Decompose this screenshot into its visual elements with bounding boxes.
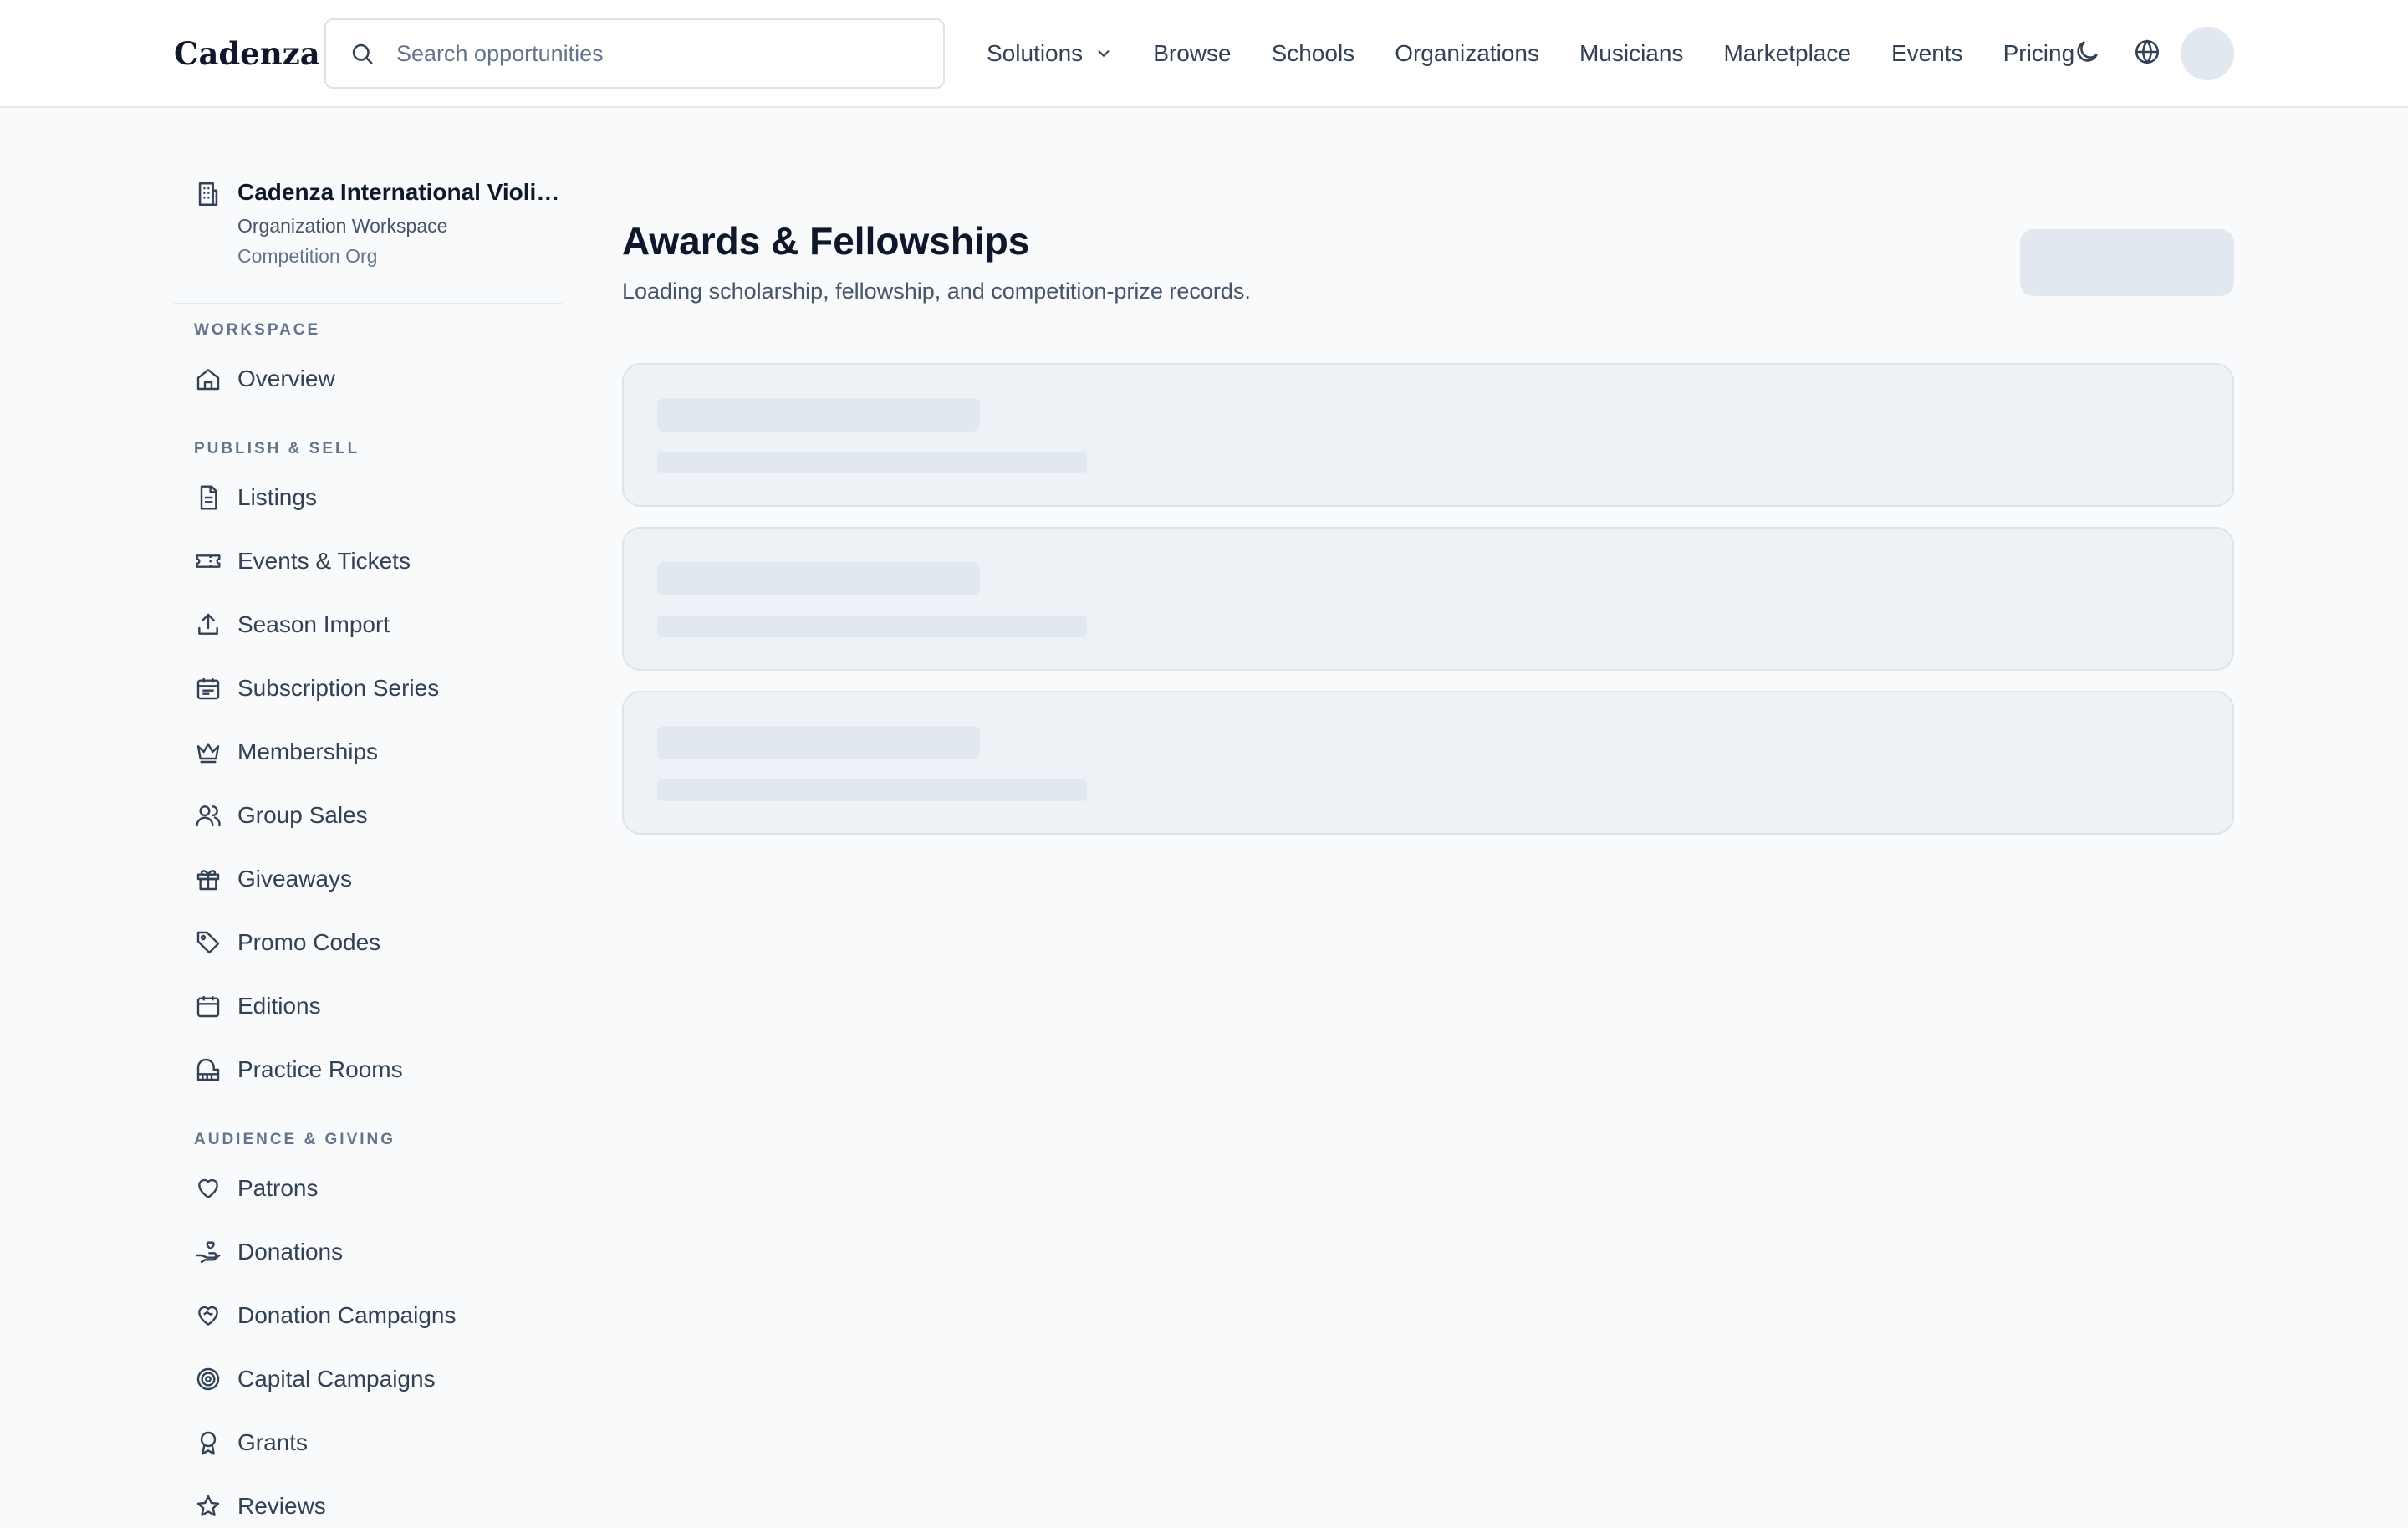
loading-card-skeleton [622, 691, 2234, 835]
sidebar-item-season-import[interactable]: Season Import [194, 603, 562, 646]
target-icon [194, 1365, 222, 1393]
star-icon [194, 1492, 222, 1520]
calendar-list-icon [194, 674, 222, 703]
org-workspace-label: Organization Workspace [237, 215, 448, 237]
action-button-skeleton [2020, 229, 2234, 296]
sidebar-item-label: Season Import [237, 611, 390, 637]
nav-organizations[interactable]: Organizations [1395, 40, 1539, 67]
nav-pricing[interactable]: Pricing [2003, 40, 2075, 67]
home-icon [194, 365, 222, 393]
sidebar-item-label: Group Sales [237, 802, 368, 828]
sidebar-item-label: Capital Campaigns [237, 1366, 436, 1392]
search-input[interactable] [396, 28, 915, 79]
nav-solutions-label: Solutions [987, 40, 1084, 66]
sidebar-item-label: Donations [237, 1239, 344, 1265]
sidebar-item-label: Grants [237, 1429, 309, 1455]
top-navigation-bar: Cadenza Solutions Browse Schools Organiz… [0, 0, 2408, 108]
nav-musicians[interactable]: Musicians [1579, 40, 1683, 67]
section-label-publish-sell: PUBLISH & SELL [194, 440, 360, 457]
main-nav: Solutions Browse Schools Organizations M… [987, 0, 2115, 107]
sidebar-item-label: Editions [237, 993, 321, 1019]
sidebar-item-giveaways[interactable]: Giveaways [194, 857, 562, 901]
skeleton-text-bar [657, 616, 1087, 637]
document-icon [194, 483, 222, 512]
loading-card-skeleton [622, 363, 2234, 507]
sidebar-item-overview[interactable]: Overview [194, 357, 562, 401]
upload-icon [194, 611, 222, 639]
section-label-workspace: WORKSPACE [194, 321, 321, 339]
sidebar-item-label: Giveaways [237, 866, 352, 892]
language-selector[interactable] [2129, 35, 2166, 72]
sidebar-item-label: Patrons [237, 1175, 319, 1201]
heart-icon [194, 1174, 222, 1203]
sidebar: Cadenza International Violin Competition… [174, 108, 564, 1519]
sidebar-item-donation-campaigns[interactable]: Donation Campaigns [194, 1294, 562, 1337]
sidebar-item-label: Events & Tickets [237, 548, 411, 574]
sidebar-divider [174, 303, 562, 304]
sidebar-item-editions[interactable]: Editions [194, 984, 562, 1028]
award-icon [194, 1428, 222, 1457]
dark-mode-toggle[interactable] [2069, 35, 2105, 72]
org-type-label: Competition Org [237, 245, 378, 267]
piano-icon [194, 1055, 222, 1084]
page-title: Awards & Fellowships [622, 219, 1030, 263]
sidebar-item-events-tickets[interactable]: Events & Tickets [194, 539, 562, 583]
sidebar-item-label: Practice Rooms [237, 1056, 403, 1082]
sidebar-item-promo-codes[interactable]: Promo Codes [194, 921, 562, 964]
sidebar-item-subscription-series[interactable]: Subscription Series [194, 667, 562, 710]
heart-handshake-icon [194, 1301, 222, 1330]
nav-schools[interactable]: Schools [1272, 40, 1355, 67]
sidebar-item-label: Donation Campaigns [237, 1302, 457, 1328]
nav-events[interactable]: Events [1891, 40, 1963, 67]
org-name: Cadenza International Violin Competition [237, 179, 564, 205]
user-avatar[interactable] [2181, 27, 2234, 80]
nav-marketplace[interactable]: Marketplace [1723, 40, 1851, 67]
sidebar-item-practice-rooms[interactable]: Practice Rooms [194, 1048, 562, 1091]
skeleton-title-bar [657, 726, 980, 759]
ticket-icon [194, 547, 222, 575]
skeleton-text-bar [657, 452, 1087, 473]
calendar-icon [194, 992, 222, 1020]
sidebar-item-label: Listings [237, 484, 317, 510]
loading-card-skeleton [622, 527, 2234, 671]
skeleton-title-bar [657, 398, 980, 432]
sidebar-item-donations[interactable]: Donations [194, 1230, 562, 1274]
sidebar-item-label: Promo Codes [237, 929, 381, 955]
nav-browse[interactable]: Browse [1153, 40, 1231, 67]
sidebar-item-label: Reviews [237, 1493, 326, 1519]
nav-solutions[interactable]: Solutions [987, 40, 1113, 67]
crown-icon [194, 738, 222, 766]
sidebar-item-reviews[interactable]: Reviews [194, 1485, 562, 1528]
search-box[interactable] [324, 18, 945, 89]
skeleton-text-bar [657, 779, 1087, 801]
sidebar-item-label: Memberships [237, 738, 379, 764]
skeleton-title-bar [657, 562, 980, 595]
sidebar-item-grants[interactable]: Grants [194, 1421, 562, 1464]
chevron-down-icon [1094, 44, 1113, 63]
tag-icon [194, 928, 222, 957]
section-label-audience-giving: AUDIENCE & GIVING [194, 1131, 396, 1148]
globe-icon [2133, 38, 2161, 70]
sidebar-item-patrons[interactable]: Patrons [194, 1167, 562, 1210]
sidebar-item-listings[interactable]: Listings [194, 476, 562, 519]
page-subtitle: Loading scholarship, fellowship, and com… [622, 279, 1251, 304]
hand-heart-icon [194, 1238, 222, 1266]
sidebar-item-memberships[interactable]: Memberships [194, 730, 562, 774]
sidebar-item-group-sales[interactable]: Group Sales [194, 794, 562, 837]
building-icon [194, 180, 222, 208]
gift-icon [194, 865, 222, 893]
sidebar-item-capital-campaigns[interactable]: Capital Campaigns [194, 1357, 562, 1401]
app-logo[interactable]: Cadenza [174, 30, 320, 77]
users-icon [194, 801, 222, 830]
sidebar-item-label: Overview [237, 365, 335, 391]
moon-icon [2073, 38, 2101, 70]
sidebar-item-label: Subscription Series [237, 675, 440, 701]
search-icon [348, 39, 376, 68]
